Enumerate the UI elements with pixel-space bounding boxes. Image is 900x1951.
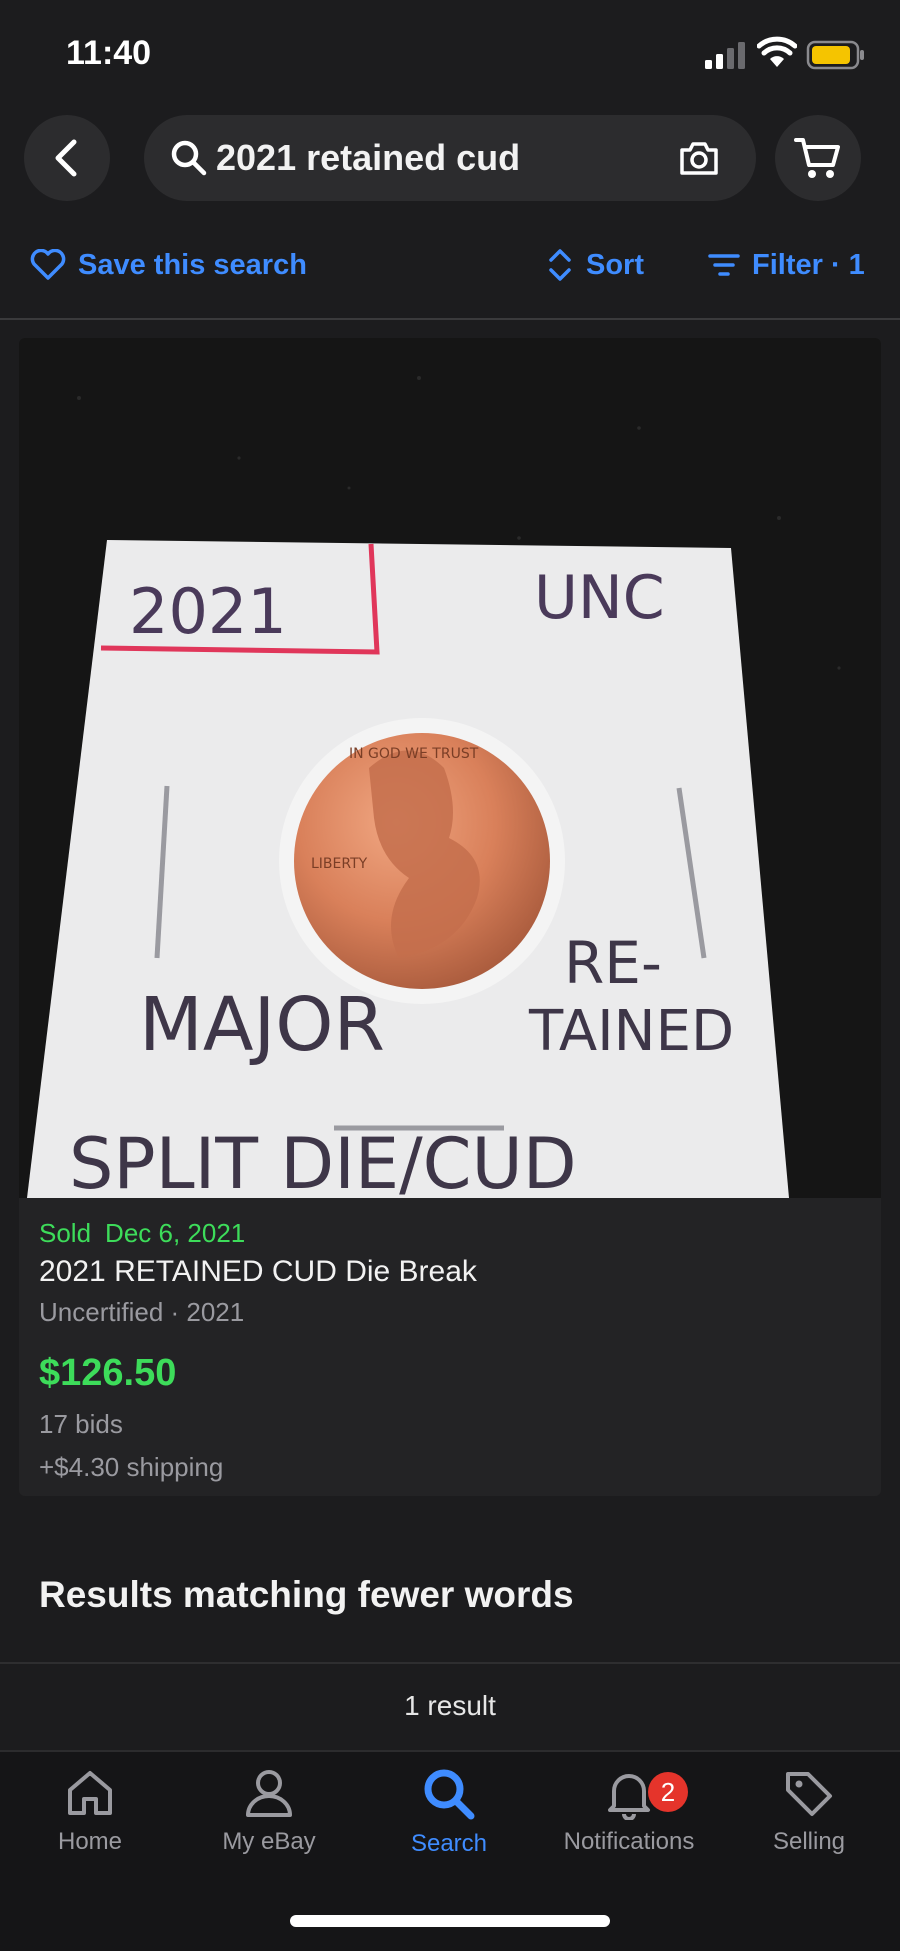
section-heading: Results matching fewer words — [39, 1574, 574, 1615]
photo-text-tained: TAINED — [528, 999, 734, 1064]
photo-text-year: 2021 — [129, 575, 287, 648]
battery-icon — [806, 40, 864, 70]
sort-label: Sort — [586, 248, 644, 281]
header-divider — [0, 318, 900, 320]
listing-price: $126.50 — [39, 1352, 177, 1394]
photo-text-re: RE- — [564, 929, 662, 997]
tab-home-label: Home — [57, 1828, 123, 1855]
search-icon — [171, 140, 207, 176]
listing-info: Sold Dec 6, 2021 2021 RETAINED CUD Die Br… — [39, 1218, 477, 1483]
sold-status: Sold Dec 6, 2021 — [39, 1218, 477, 1249]
section-divider — [0, 1662, 900, 1664]
tab-search[interactable]: Search — [374, 1766, 524, 1858]
listing-card[interactable]: 2021 UNC IN GOD WE TRUST LIBERTY MAJOR R… — [19, 338, 881, 1496]
photo-text-grade: UNC — [534, 563, 665, 633]
search-input[interactable]: 2021 retained cud — [144, 115, 756, 201]
save-search-button[interactable]: Save this search — [30, 240, 307, 290]
filter-button[interactable]: Filter · 1 — [708, 240, 865, 290]
home-icon — [68, 1771, 112, 1815]
person-icon — [246, 1770, 292, 1817]
listing-photo[interactable]: 2021 UNC IN GOD WE TRUST LIBERTY MAJOR R… — [19, 338, 881, 1198]
listing-subtitle: Uncertified · 2021 — [39, 1297, 245, 1327]
sort-button[interactable]: Sort — [546, 240, 644, 290]
tab-selling[interactable]: Selling — [734, 1766, 884, 1856]
tab-notifications-label: Notifications — [563, 1828, 695, 1855]
status-time: 11:40 — [66, 34, 152, 72]
search-query: 2021 retained cud — [216, 137, 521, 178]
cart-button[interactable] — [775, 115, 861, 201]
status-bar: 11:40 — [0, 0, 900, 100]
notification-badge: 2 — [648, 1772, 688, 1812]
tab-home[interactable]: Home — [15, 1766, 165, 1856]
search-actions: Save this search Sort Filter · 1 — [0, 240, 900, 290]
cart-icon — [794, 138, 840, 178]
home-indicator[interactable] — [290, 1915, 610, 1927]
tag-icon — [786, 1772, 832, 1816]
chevron-left-icon — [55, 139, 77, 177]
result-count: 1 result — [404, 1690, 496, 1721]
tab-notifications[interactable]: 2 Notifications — [554, 1766, 704, 1856]
sold-date: Dec 6, 2021 — [105, 1218, 246, 1248]
back-button[interactable] — [24, 115, 110, 201]
listing-title[interactable]: 2021 RETAINED CUD Die Break — [39, 1255, 477, 1289]
camera-icon[interactable] — [678, 139, 720, 177]
photo-text-major: MAJOR — [139, 982, 385, 1068]
cellular-signal-icon — [705, 42, 745, 69]
tab-selling-label: Selling — [772, 1828, 846, 1855]
tab-my-ebay[interactable]: My eBay — [194, 1766, 344, 1856]
photo-text-split: SPLIT DIE/CUD — [69, 1123, 577, 1198]
photo-coin-motto: IN GOD WE TRUST — [349, 746, 479, 762]
tab-search-label: Search — [410, 1830, 488, 1857]
bid-count: 17 bids — [39, 1409, 123, 1439]
sold-label: Sold — [39, 1218, 92, 1248]
search-header: 2021 retained cud — [0, 115, 900, 205]
shipping-cost: +$4.30 shipping — [39, 1452, 224, 1482]
heart-icon — [30, 249, 66, 280]
photo-coin-liberty: LIBERTY — [311, 856, 368, 872]
save-search-label: Save this search — [78, 248, 307, 281]
search-icon — [424, 1769, 475, 1820]
wifi-icon — [757, 36, 797, 67]
sort-icon — [549, 249, 571, 281]
filter-icon — [708, 254, 740, 276]
tab-my-ebay-label: My eBay — [222, 1828, 316, 1855]
filter-label: Filter · 1 — [752, 248, 865, 281]
